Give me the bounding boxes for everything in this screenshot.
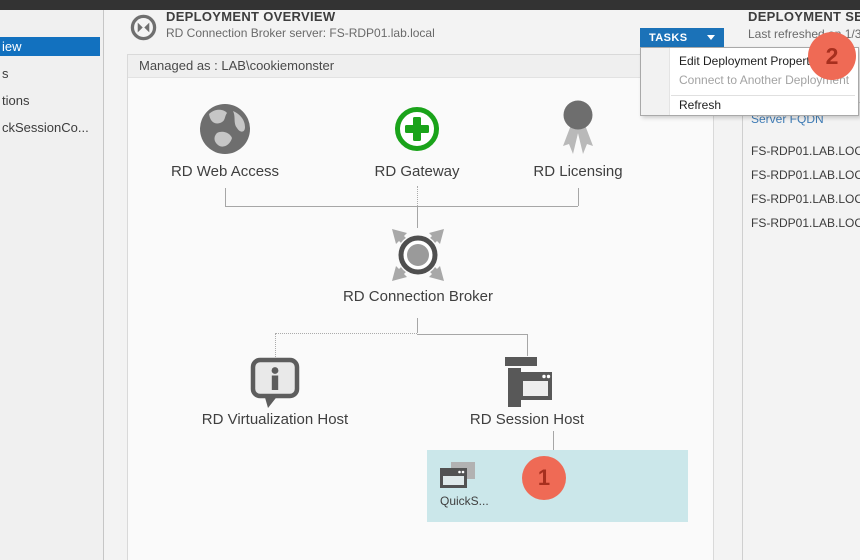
connector-webaccess-down [225,188,226,206]
sidebar-item-collections[interactable]: tions [2,93,29,108]
node-label-rd-virtualization-host: RD Virtualization Host [175,411,375,428]
connector-to-broker [417,207,418,228]
badge-1-number: 1 [538,465,550,491]
managed-as-text: Managed as : LAB\cookiemonster [128,55,713,77]
menu-item-refresh[interactable]: Refresh [679,98,721,112]
tasks-button-label: TASKS [649,32,687,44]
node-label-rd-licensing: RD Licensing [498,163,658,180]
managed-as-bar: Managed as : LAB\cookiemonster [128,55,713,78]
node-label-rd-gateway: RD Gateway [337,163,497,180]
node-rd-gateway[interactable] [394,106,440,157]
node-rd-session-host[interactable] [505,357,553,412]
server-row[interactable]: FS-RDP01.LAB.LOCAL [751,144,860,158]
server-manager-rds-screen: iew s tions ckSessionCo... DEPLOYMENT OV… [0,0,860,560]
node-rd-connection-broker[interactable] [390,227,446,288]
sidebar-item-label: iew [0,37,100,56]
deployment-servers-title: DEPLOYMENT SERVERS [748,9,860,24]
connector-top-horizontal [225,206,578,207]
award-ribbon-icon [561,100,595,156]
node-label-rd-connection-broker: RD Connection Broker [318,288,518,305]
chevron-down-icon [707,35,715,40]
connector-gateway-down-dotted [417,186,418,206]
collection-label: QuickS... [440,494,489,508]
server-row[interactable]: FS-RDP01.LAB.LOCAL [751,216,860,230]
server-row[interactable]: FS-RDP01.LAB.LOCAL [751,192,860,206]
connector-licensing-down [578,188,579,206]
deployment-overview-icon [130,14,157,41]
connector-virthost-dotted [275,334,276,357]
annotation-badge-1: 1 [522,456,566,500]
info-bubble-icon [250,357,300,409]
sidebar-item-quicksessioncollection[interactable]: ckSessionCo... [2,120,89,135]
tasks-button[interactable]: TASKS [640,28,724,47]
menu-separator [671,95,855,96]
sidebar-item-overview[interactable]: iew [0,37,100,56]
badge-2-number: 2 [826,43,839,70]
sidebar-item-servers[interactable]: s [2,66,9,81]
menu-item-edit-deployment-properties[interactable]: Edit Deployment Properties [679,54,825,68]
server-row[interactable]: FS-RDP01.LAB.LOCAL [751,168,860,182]
collection-windows-icon [440,462,476,494]
node-label-rd-web-access: RD Web Access [145,163,305,180]
overview-subtitle: RD Connection Broker server: FS-RDP01.la… [166,26,435,40]
broker-arrows-icon [390,227,446,283]
connector-to-collection [553,431,554,450]
node-label-rd-session-host: RD Session Host [447,411,607,428]
node-rd-web-access[interactable] [199,103,251,160]
connector-left-horizontal-dotted [275,333,417,334]
connector-broker-down [417,318,418,333]
rds-sidebar: iew s tions ckSessionCo... [0,10,104,560]
globe-icon [199,103,251,155]
green-plus-icon [394,106,440,152]
node-rd-licensing[interactable] [561,100,595,161]
menu-icon-gutter [641,48,670,115]
session-host-icon [505,357,553,407]
connector-right-horizontal [417,334,528,335]
window-chrome-strip [0,0,860,10]
node-rd-virtualization-host[interactable] [250,357,300,414]
annotation-badge-2: 2 [808,32,856,80]
connector-sessionhost-down [527,335,528,356]
overview-title: DEPLOYMENT OVERVIEW [166,9,335,24]
